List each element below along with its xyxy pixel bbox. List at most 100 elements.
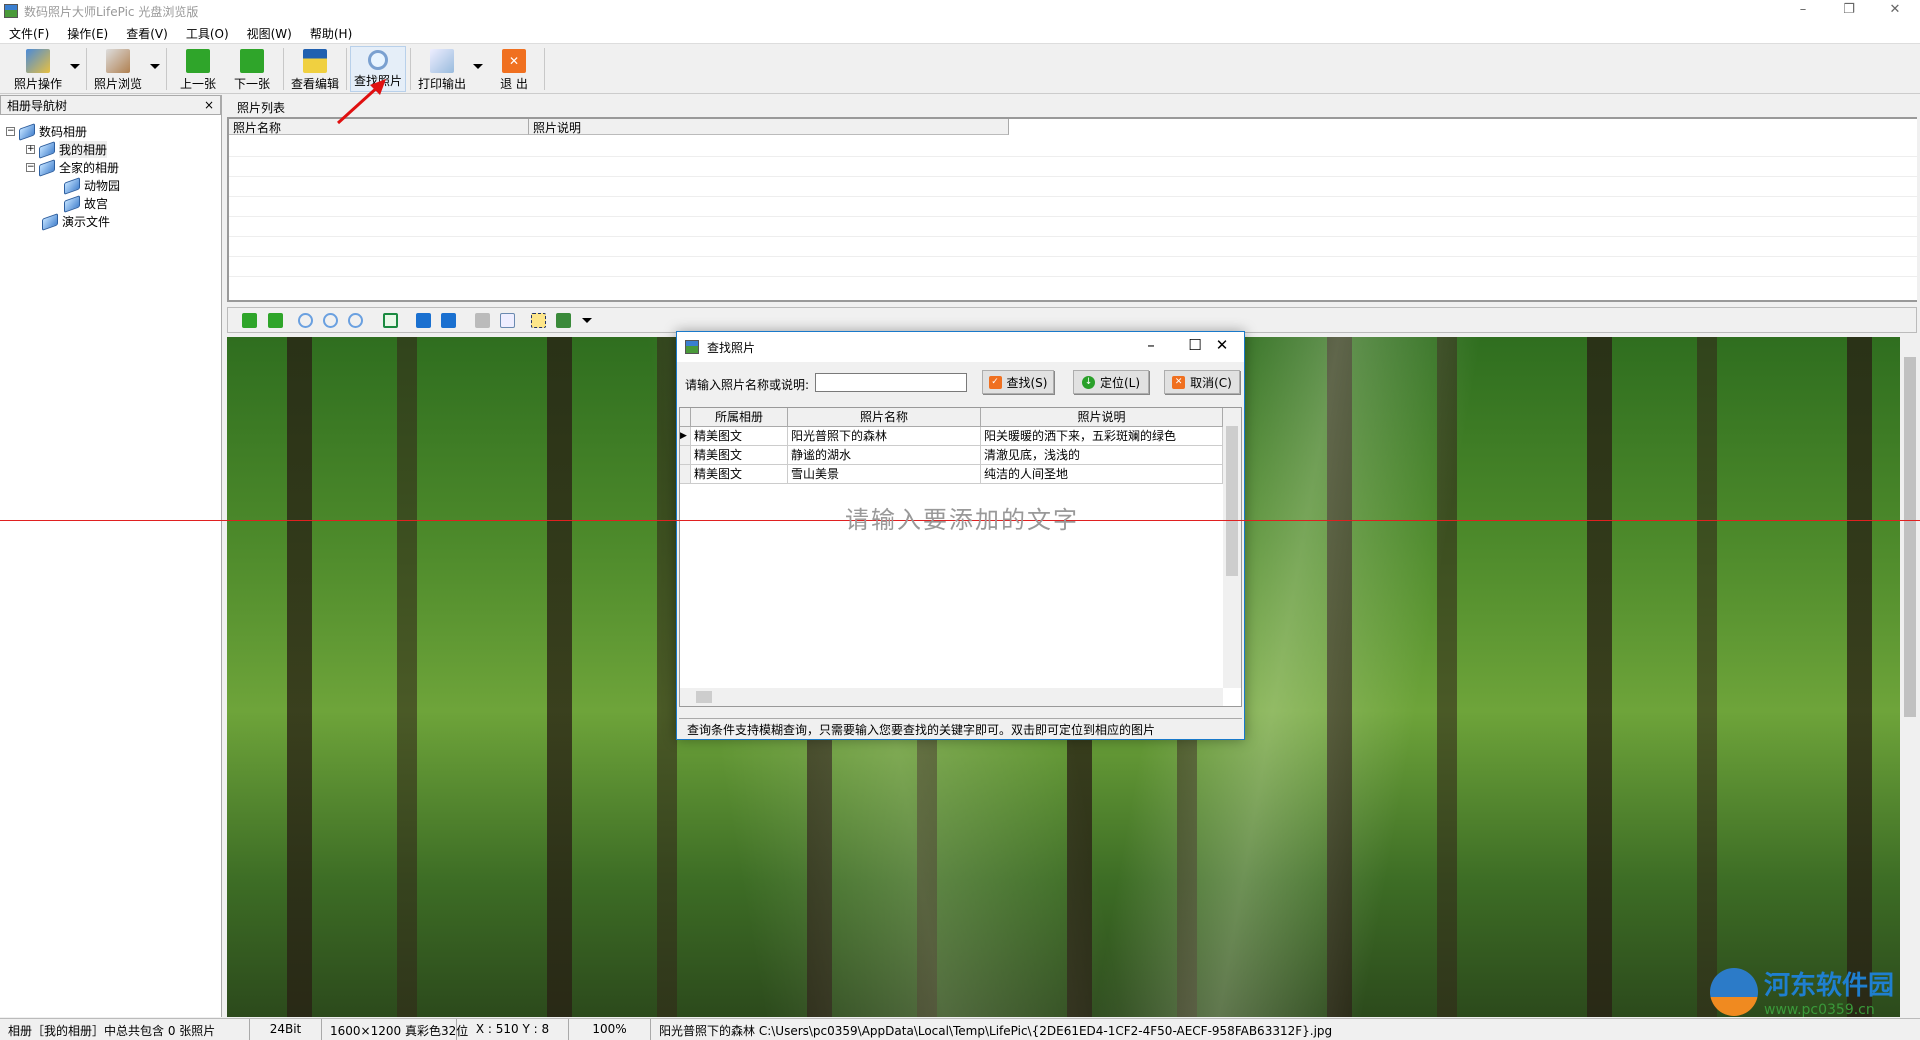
close-button[interactable]: ✕ — [1872, 0, 1918, 22]
photo-list-title: 照片列表 — [227, 95, 1920, 117]
dialog-title-bar: 查找照片 – ☐ ✕ — [677, 332, 1244, 362]
app-icon — [4, 4, 18, 18]
tree-label: 全家的相册 — [59, 159, 119, 176]
zoom-out-icon[interactable] — [323, 313, 338, 328]
print-dropdown-icon[interactable] — [473, 64, 483, 69]
menu-view[interactable]: 查看(V) — [117, 22, 177, 43]
expand-icon[interactable]: + — [26, 145, 35, 154]
scrollbar-thumb[interactable] — [1904, 357, 1916, 717]
column-photo-name[interactable]: 照片名称 — [788, 408, 981, 427]
photo-list[interactable]: 照片名称 照片说明 — [227, 117, 1917, 302]
table-cell[interactable]: 精美图文 — [691, 427, 788, 446]
image-tool-dropdown-icon[interactable] — [582, 318, 592, 323]
table-cell[interactable]: 阳关暖暖的洒下来，五彩斑斓的绿色 — [981, 427, 1223, 446]
rotate-right-icon[interactable] — [416, 313, 431, 328]
collapse-icon[interactable]: − — [6, 127, 15, 136]
tree-item-family-album[interactable]: − 全家的相册 — [26, 159, 119, 176]
table-cell[interactable]: 精美图文 — [691, 446, 788, 465]
search-prompt-label: 请输入照片名称或说明: — [685, 376, 809, 393]
vertical-scrollbar[interactable] — [1900, 337, 1920, 1017]
next-button[interactable]: 下一张 — [226, 46, 278, 92]
table-cell[interactable]: 阳光普照下的森林 — [788, 427, 981, 446]
table-cell[interactable]: 静谧的湖水 — [788, 446, 981, 465]
menu-help[interactable]: 帮助(H) — [301, 22, 361, 43]
tree-item-demo-files[interactable]: 演示文件 — [42, 213, 110, 230]
menu-window[interactable]: 视图(W) — [238, 22, 301, 43]
menu-file[interactable]: 文件(F) — [0, 22, 58, 43]
collapse-icon[interactable]: − — [26, 163, 35, 172]
album-nav-close-button[interactable]: × — [204, 98, 214, 112]
column-photo-desc[interactable]: 照片说明 — [529, 119, 1009, 135]
results-grid[interactable]: 所属相册 照片名称 照片说明 ▶ 精美图文 阳光普照下的森林 阳关暖暖的洒下来，… — [679, 407, 1242, 707]
arrow-right-icon — [240, 49, 264, 73]
menu-tools[interactable]: 工具(O) — [177, 22, 238, 43]
table-cell[interactable]: 雪山美景 — [788, 465, 981, 484]
separator — [86, 48, 87, 90]
scrollbar-thumb[interactable] — [1226, 426, 1238, 576]
text-input-overlay[interactable]: 请输入要添加的文字 — [845, 500, 1079, 535]
column-photo-desc[interactable]: 照片说明 — [981, 408, 1223, 427]
photo-operate-dropdown-icon[interactable] — [70, 64, 80, 69]
tree-item-my-album[interactable]: +我的相册 — [26, 141, 107, 158]
tree-item-digital-album[interactable]: −数码相册 — [6, 123, 87, 140]
tree-item-zoo[interactable]: 动物园 — [64, 177, 120, 194]
prev-image-icon[interactable] — [242, 313, 257, 328]
previous-button[interactable]: 上一张 — [172, 46, 224, 92]
print-preview-icon — [430, 49, 454, 73]
dialog-icon — [685, 340, 699, 354]
export-icon[interactable] — [500, 313, 515, 328]
next-image-icon[interactable] — [268, 313, 283, 328]
rotate-left-icon[interactable] — [441, 313, 456, 328]
locate-button[interactable]: ↓定位(L) — [1073, 370, 1149, 394]
dialog-minimize-button[interactable]: – — [1131, 336, 1171, 354]
status-album-count: 相册［我的相册］中总共包含 0 张照片 — [0, 1019, 250, 1040]
maximize-button[interactable]: ❐ — [1826, 0, 1872, 22]
album-icon — [42, 213, 58, 231]
dialog-hint: 查询条件支持模糊查询，只需要输入您要查找的关键字即可。双击即可定位到相应的图片 — [679, 718, 1242, 738]
scrollbar-thumb[interactable] — [696, 691, 712, 703]
find-button[interactable]: ✓ 查找(S) — [982, 370, 1054, 394]
print-icon[interactable] — [475, 313, 490, 328]
photo-edit-icon — [26, 49, 50, 73]
tree-label: 演示文件 — [62, 213, 110, 230]
tree-item-palace[interactable]: 故宫 — [64, 195, 108, 212]
watermark-url: www.pc0359.cn — [1764, 1002, 1894, 1018]
exit-button[interactable]: ✕退 出 — [490, 46, 538, 92]
column-album[interactable]: 所属相册 — [691, 408, 788, 427]
label: 照片浏览 — [88, 75, 148, 92]
album-icon — [39, 159, 55, 177]
minimize-button[interactable]: – — [1780, 0, 1826, 22]
grid-vertical-scrollbar[interactable] — [1223, 408, 1241, 688]
dialog-close-button[interactable]: ✕ — [1202, 336, 1242, 354]
album-nav-title: 相册导航树 — [7, 97, 67, 114]
table-cell[interactable]: 纯洁的人间圣地 — [981, 465, 1223, 484]
cancel-button[interactable]: ✕取消(C) — [1164, 370, 1240, 394]
exit-x-icon: ✕ — [502, 49, 526, 73]
row-divider — [229, 256, 1917, 257]
zoom-in-icon[interactable] — [298, 313, 313, 328]
album-nav-panel: 相册导航树 × −数码相册 +我的相册 − 全家的相册 动物园 故宫 演示文件 — [0, 95, 222, 1017]
photo-operate-button[interactable]: 照片操作 — [8, 46, 68, 92]
table-cell[interactable]: 精美图文 — [691, 465, 788, 484]
menu-operate[interactable]: 操作(E) — [58, 22, 117, 43]
image-toolbar — [227, 307, 1917, 333]
search-input[interactable] — [815, 373, 967, 392]
album-icon — [64, 195, 80, 213]
row-divider — [229, 196, 1917, 197]
image-tool-icon[interactable] — [556, 313, 571, 328]
zoom-fit-icon[interactable] — [348, 313, 363, 328]
row-header — [680, 465, 691, 484]
table-cell[interactable]: 清澈见底，浅浅的 — [981, 446, 1223, 465]
label: 查找(S) — [1007, 374, 1048, 391]
album-icon — [19, 123, 35, 141]
arrow-left-icon — [186, 49, 210, 73]
photo-browse-button[interactable]: 照片浏览 — [88, 46, 148, 92]
row-divider — [229, 216, 1917, 217]
fit-window-icon[interactable] — [383, 313, 398, 328]
photo-browse-dropdown-icon[interactable] — [150, 64, 160, 69]
select-region-icon[interactable] — [531, 313, 546, 328]
dialog-title: 查找照片 — [707, 339, 755, 356]
print-output-button[interactable]: 打印输出 — [414, 46, 470, 92]
check-icon: ✓ — [989, 376, 1002, 389]
grid-horizontal-scrollbar[interactable] — [680, 688, 1223, 706]
